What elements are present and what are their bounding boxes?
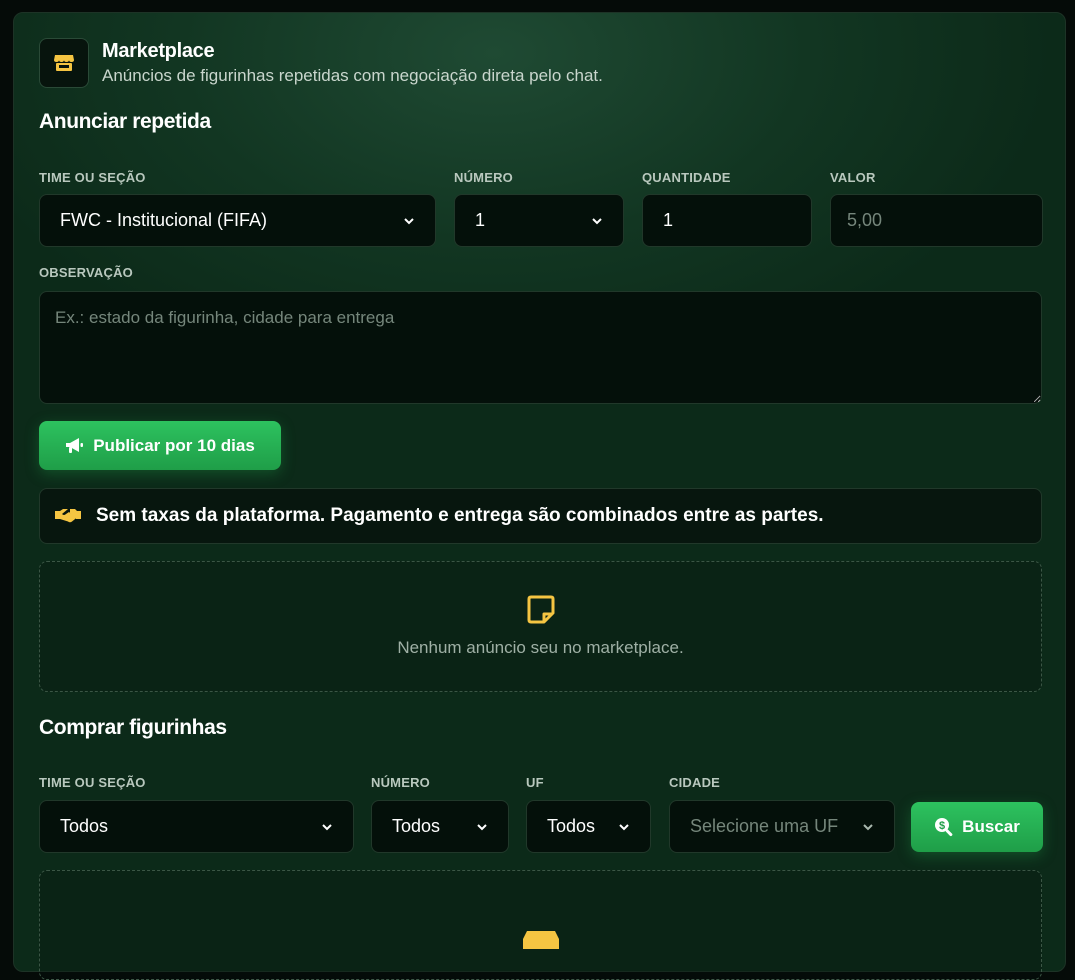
fee-info-banner: Sem taxas da plataforma. Pagamento e ent… [39, 488, 1042, 544]
chevron-down-icon [592, 217, 602, 224]
my-listings-empty-state: Nenhum anúncio seu no marketplace. [39, 561, 1042, 692]
page-subtitle: Anúncios de figurinhas repetidas com neg… [102, 66, 603, 85]
announce-team-value: FWC - Institucional (FIFA) [60, 210, 268, 230]
search-dollar-icon: $ [935, 818, 953, 837]
buy-uf-label: UF [526, 775, 544, 790]
announce-number-label: NÚMERO [454, 170, 513, 185]
publish-button-label: Publicar por 10 dias [93, 435, 255, 455]
buy-number-label: NÚMERO [371, 775, 430, 790]
store-icon [523, 931, 559, 949]
fee-info-text: Sem taxas da plataforma. Pagamento e ent… [96, 505, 824, 526]
chevron-down-icon [404, 217, 414, 224]
announce-note-textarea[interactable] [39, 291, 1042, 404]
sticky-note-icon [527, 595, 555, 624]
buy-number-value: Todos [392, 816, 441, 836]
page-title: Marketplace [102, 40, 215, 62]
buy-team-select[interactable]: Todos [39, 800, 354, 853]
announce-team-label: TIME OU SEÇÃO [39, 170, 146, 185]
announce-quantity-label: QUANTIDADE [642, 170, 731, 185]
announce-number-select[interactable]: 1 [454, 194, 624, 247]
announce-number-value: 1 [475, 210, 486, 230]
buy-results-area [39, 870, 1042, 980]
svg-text:$: $ [939, 820, 945, 832]
chevron-down-icon [863, 823, 873, 830]
buy-number-select[interactable]: Todos [371, 800, 509, 853]
marketplace-card: Marketplace Anúncios de figurinhas repet… [13, 12, 1066, 980]
publish-button[interactable]: Publicar por 10 dias [39, 421, 281, 470]
store-icon [39, 38, 89, 88]
buy-team-label: TIME OU SEÇÃO [39, 775, 146, 790]
my-listings-empty-text: Nenhum anúncio seu no marketplace. [397, 638, 684, 657]
announce-price-input[interactable]: 5,00 [830, 194, 1043, 247]
announce-price-label: VALOR [830, 170, 876, 185]
chevron-down-icon [619, 823, 629, 830]
announce-team-select[interactable]: FWC - Institucional (FIFA) [39, 194, 436, 247]
buy-city-label: CIDADE [669, 775, 721, 790]
announce-price-placeholder: 5,00 [847, 210, 883, 230]
chevron-down-icon [322, 823, 332, 830]
announce-note-label: OBSERVAÇÃO [39, 265, 133, 280]
handshake-icon [55, 509, 81, 523]
buy-section-title: Comprar figurinhas [39, 716, 227, 739]
announce-quantity-input[interactable]: 1 [642, 194, 812, 247]
buy-uf-select[interactable]: Todos [526, 800, 651, 853]
search-button-label: Buscar [962, 817, 1020, 836]
buy-city-select[interactable]: Selecione uma UF [669, 800, 895, 853]
search-button[interactable]: $ Buscar [911, 802, 1043, 852]
announce-section-title: Anunciar repetida [39, 110, 211, 133]
megaphone-icon [66, 437, 84, 453]
announce-quantity-value: 1 [663, 210, 674, 230]
buy-city-value: Selecione uma UF [690, 816, 839, 836]
buy-team-value: Todos [60, 816, 109, 836]
buy-uf-value: Todos [547, 816, 596, 836]
chevron-down-icon [477, 823, 487, 830]
